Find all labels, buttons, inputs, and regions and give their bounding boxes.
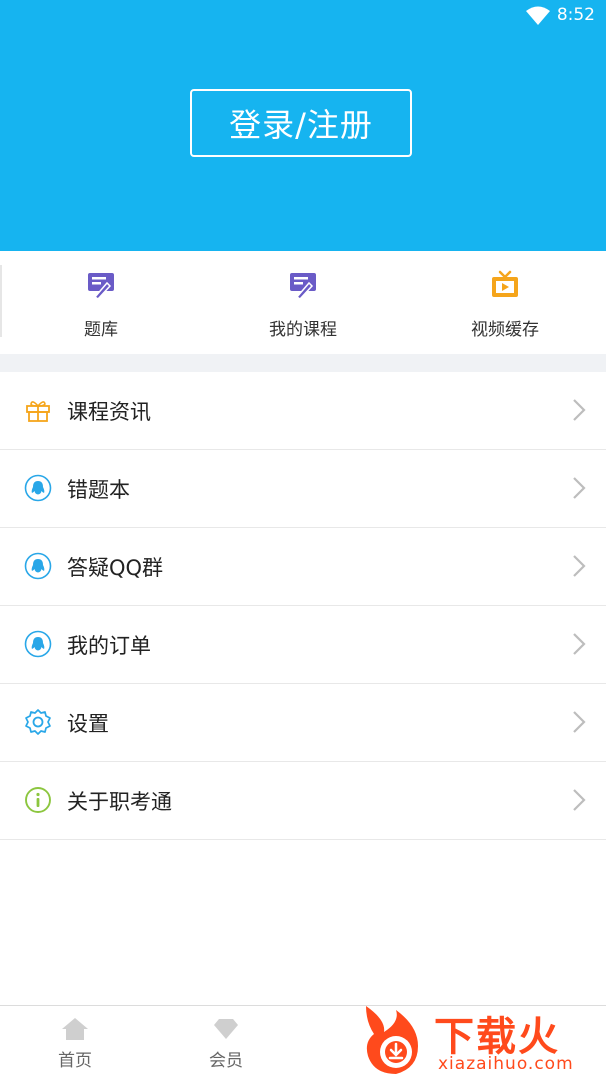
- tv-icon: [492, 270, 518, 297]
- nav-label: 会员: [209, 1051, 243, 1071]
- chevron-right-icon: [573, 633, 586, 655]
- qq-penguin-icon: [24, 474, 52, 502]
- quick-item-question-bank[interactable]: 题库: [0, 251, 202, 354]
- flame-logo-icon: [366, 1006, 418, 1074]
- menu-item-wrong-questions[interactable]: 错题本: [0, 450, 606, 528]
- menu-item-course-news[interactable]: 课程资讯: [0, 372, 606, 450]
- menu-item-label: 我的订单: [67, 633, 151, 658]
- question-bank-icon: [88, 273, 114, 300]
- diamond-icon: [214, 1019, 238, 1039]
- quick-item-label: 题库: [84, 320, 118, 340]
- chevron-right-icon: [573, 789, 586, 811]
- menu-item-my-orders[interactable]: 我的订单: [0, 606, 606, 684]
- menu-item-qq-group[interactable]: 答疑QQ群: [0, 528, 606, 606]
- menu-item-about[interactable]: 关于职考通: [0, 762, 606, 840]
- status-bar: 8:52: [0, 0, 606, 32]
- section-gap: [0, 354, 606, 372]
- gift-icon: [26, 401, 50, 422]
- quick-grid: 题库 我的课程 视频缓存: [0, 251, 606, 354]
- nav-label: 首页: [58, 1051, 92, 1071]
- chevron-right-icon: [573, 555, 586, 577]
- nav-tab-member[interactable]: 会员: [151, 1006, 301, 1081]
- qq-penguin-icon: [24, 552, 52, 580]
- status-time: 8:52: [556, 5, 595, 25]
- menu-item-label: 关于职考通: [67, 789, 172, 814]
- divider: [0, 265, 2, 337]
- quick-item-my-courses[interactable]: 我的课程: [202, 251, 404, 354]
- wifi-icon: [526, 6, 550, 25]
- gear-icon: [25, 709, 51, 735]
- watermark: 下载火 xiazaihuo.com: [356, 1000, 606, 1080]
- chevron-right-icon: [573, 711, 586, 733]
- chevron-right-icon: [573, 399, 586, 421]
- menu-item-settings[interactable]: 设置: [0, 684, 606, 762]
- my-courses-icon: [290, 273, 316, 300]
- qq-penguin-icon: [24, 630, 52, 658]
- menu-list: 课程资讯 错题本 答疑QQ群 我的订单 设置 关于职考通: [0, 372, 606, 840]
- info-icon: [25, 787, 51, 813]
- menu-item-label: 课程资讯: [67, 399, 151, 424]
- watermark-subtext: xiazaihuo.com: [438, 1054, 574, 1074]
- menu-item-label: 答疑QQ群: [67, 555, 164, 580]
- home-icon: [62, 1018, 88, 1040]
- quick-item-label: 视频缓存: [471, 320, 539, 340]
- menu-item-label: 设置: [67, 711, 109, 736]
- quick-item-video-cache[interactable]: 视频缓存: [404, 251, 606, 354]
- nav-tab-home[interactable]: 首页: [0, 1006, 150, 1081]
- chevron-right-icon: [573, 477, 586, 499]
- login-register-button[interactable]: 登录/注册: [190, 89, 412, 157]
- quick-item-label: 我的课程: [269, 320, 337, 340]
- profile-header: 8:52 登录/注册: [0, 0, 606, 251]
- menu-item-label: 错题本: [67, 477, 130, 502]
